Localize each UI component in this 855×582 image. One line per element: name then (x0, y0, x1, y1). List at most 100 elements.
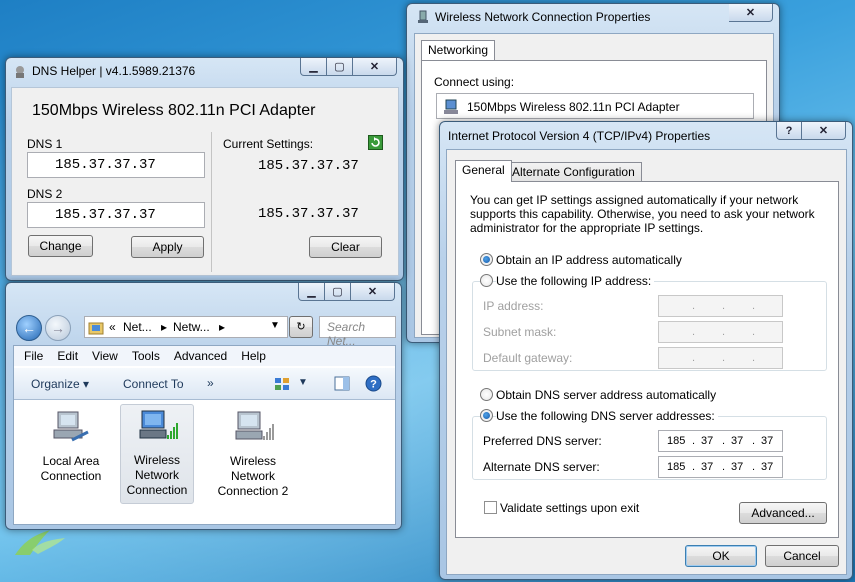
ok-button[interactable]: OK (685, 545, 757, 567)
menu-advanced[interactable]: Advanced (174, 349, 227, 363)
preferred-dns-input[interactable]: 185. 37. 37. 37 (658, 430, 783, 452)
breadcrumb-item[interactable]: Net... (123, 320, 152, 334)
validate-settings-label[interactable]: Validate settings upon exit (500, 501, 639, 515)
wireless-network-icon (139, 410, 178, 439)
forward-button[interactable]: → (45, 315, 71, 341)
wired-network-icon (53, 411, 89, 442)
explorer-client: File Edit View Tools Advanced Help Organize ▾… (13, 345, 396, 525)
adapter-name: 150Mbps Wireless 802.11n PCI Adapter (32, 102, 316, 119)
tab-general[interactable]: General (455, 160, 512, 182)
ipv4-client: General Alternate Configuration You can … (446, 149, 847, 575)
obtain-dns-auto-label[interactable]: Obtain DNS server address automatically (496, 388, 716, 402)
breadcrumb-item[interactable]: Netw... (173, 320, 210, 334)
address-bar[interactable]: « Net... ▸ Netw... ▸ ▼ (84, 316, 288, 338)
adapter-name: 150Mbps Wireless 802.11n PCI Adapter (467, 100, 680, 114)
item-label: Local Area Connection (40, 454, 102, 483)
menu-tools[interactable]: Tools (132, 349, 160, 363)
more-commands-button[interactable]: » (207, 376, 214, 390)
change-button[interactable]: Change (28, 235, 93, 257)
organize-button[interactable]: Organize ▾ (31, 377, 89, 391)
list-item[interactable]: Local Area Connection (34, 406, 108, 484)
network-adapter-icon (444, 99, 458, 114)
ipv4-properties-window: Internet Protocol Version 4 (TCP/IPv4) P… (439, 121, 853, 580)
chevron-down-icon[interactable]: ▼ (270, 320, 280, 331)
adapter-display: 150Mbps Wireless 802.11n PCI Adapter (436, 93, 754, 119)
back-button[interactable]: ← (16, 315, 42, 341)
menu-file[interactable]: File (24, 349, 43, 363)
list-item[interactable]: Wireless Network Connection (120, 404, 194, 504)
breadcrumb-sep: ▸ (161, 320, 168, 334)
dns-helper-window: DNS Helper | v4.1.5989.21376 ▁ ▢ ✕ 150Mb… (5, 57, 404, 281)
dns1-label: DNS 1 (27, 137, 63, 151)
preview-pane-icon[interactable] (334, 376, 350, 391)
tab-networking[interactable]: Networking (421, 40, 496, 60)
minimize-button[interactable]: ▁ (300, 58, 327, 76)
explorer-titlebar: ▁ ▢ ✕ (6, 283, 401, 307)
use-following-dns-radio[interactable] (480, 409, 493, 422)
dns-helper-title: DNS Helper | v4.1.5989.21376 (32, 64, 196, 78)
menu-help[interactable]: Help (241, 349, 266, 363)
wireless-network-icon (235, 411, 274, 440)
general-panel: You can get IP settings assigned automat… (455, 181, 839, 538)
clear-button[interactable]: Clear (309, 236, 382, 258)
obtain-dns-auto-radio[interactable] (480, 388, 493, 401)
dns-helper-titlebar: DNS Helper | v4.1.5989.21376 ▁ ▢ ✕ (6, 58, 403, 82)
cancel-button[interactable]: Cancel (765, 545, 839, 567)
list-item[interactable]: Wireless Network Connection 2 (216, 406, 290, 499)
connect-using-label: Connect using: (434, 75, 515, 89)
default-gateway-label: Default gateway: (483, 351, 573, 365)
obtain-ip-auto-label[interactable]: Obtain an IP address automatically (496, 253, 682, 267)
search-input[interactable]: Search Net... (319, 316, 396, 348)
wnc-title: Wireless Network Connection Properties (435, 10, 651, 24)
menu-bar: File Edit View Tools Advanced Help (14, 346, 395, 366)
close-button[interactable]: ✕ (802, 122, 846, 140)
menu-view[interactable]: View (92, 349, 118, 363)
view-options-icon[interactable] (274, 377, 290, 391)
help-button[interactable]: ? (776, 122, 802, 140)
subnet-mask-input: ... (658, 321, 783, 343)
ip-address-label: IP address: (483, 299, 544, 313)
default-gateway-input: ... (658, 347, 783, 369)
minimize-button[interactable]: ▁ (298, 283, 325, 301)
ip-address-input: ... (658, 295, 783, 317)
refresh-icon[interactable] (368, 135, 383, 150)
menu-edit[interactable]: Edit (57, 349, 78, 363)
obtain-ip-auto-radio[interactable] (480, 253, 493, 266)
refresh-button[interactable]: ↻ (289, 316, 313, 338)
current-settings-label: Current Settings: (223, 137, 314, 151)
network-folder-icon (88, 322, 104, 335)
close-button[interactable]: ✕ (351, 283, 395, 301)
dns1-input[interactable]: 185.37.37.37 (27, 152, 205, 178)
dns-helper-client: 150Mbps Wireless 802.11n PCI Adapter DNS… (11, 87, 399, 276)
close-button[interactable]: ✕ (729, 4, 773, 22)
advanced-button[interactable]: Advanced... (739, 502, 827, 524)
help-icon[interactable]: ? (365, 375, 382, 392)
network-connections-window: ▁ ▢ ✕ ← → « Net... ▸ Netw... ▸ ▼ ↻ Searc… (5, 282, 402, 530)
validate-settings-checkbox[interactable] (484, 501, 497, 514)
apply-button[interactable]: Apply (131, 236, 204, 258)
alternate-dns-input[interactable]: 185. 37. 37. 37 (658, 456, 783, 478)
tab-alternate-configuration[interactable]: Alternate Configuration (505, 162, 642, 182)
chevron-down-icon[interactable]: ▼ (298, 377, 308, 388)
wnc-titlebar: Wireless Network Connection Properties ✕ (407, 4, 779, 28)
subnet-mask-label: Subnet mask: (483, 325, 557, 339)
intro-text: You can get IP settings assigned automat… (470, 193, 815, 235)
breadcrumb-sep: ▸ (219, 320, 226, 334)
use-following-ip-radio[interactable] (480, 274, 493, 287)
close-button[interactable]: ✕ (353, 58, 397, 76)
breadcrumb-sep: « (109, 320, 116, 334)
command-bar: Organize ▾ Connect To » ▼ ? (14, 368, 395, 400)
ipv4-title: Internet Protocol Version 4 (TCP/IPv4) P… (448, 129, 711, 143)
use-following-ip-label[interactable]: Use the following IP address: (496, 274, 655, 288)
connect-to-button[interactable]: Connect To (123, 377, 184, 391)
network-adapter-icon (418, 10, 428, 23)
dns2-input[interactable]: 185.37.37.37 (27, 202, 205, 228)
item-label: Wireless Network Connection 2 (217, 454, 289, 498)
maximize-button[interactable]: ▢ (325, 283, 351, 301)
divider (211, 132, 212, 272)
ipv4-titlebar: Internet Protocol Version 4 (TCP/IPv4) P… (440, 122, 852, 146)
alternate-dns-label: Alternate DNS server: (483, 460, 600, 474)
use-following-dns-label[interactable]: Use the following DNS server addresses: (496, 409, 718, 423)
dns2-label: DNS 2 (27, 187, 63, 201)
maximize-button[interactable]: ▢ (327, 58, 353, 76)
